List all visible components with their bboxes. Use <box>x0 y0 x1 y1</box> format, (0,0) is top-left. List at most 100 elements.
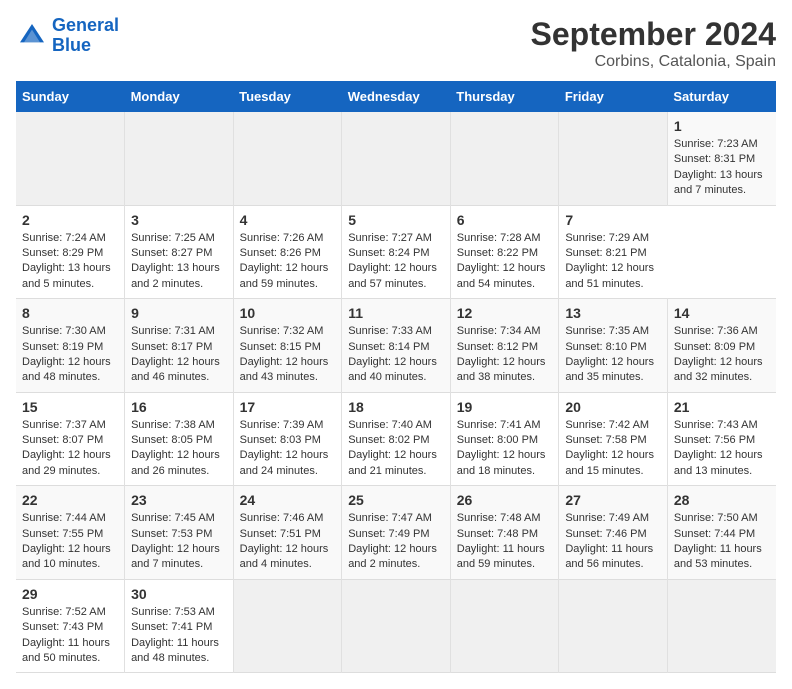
cell-info: Sunrise: 7:23 AMSunset: 8:31 PMDaylight:… <box>674 137 770 199</box>
calendar-cell: 15Sunrise: 7:37 AMSunset: 8:07 PMDayligh… <box>16 392 125 486</box>
day-number: 21 <box>674 399 770 415</box>
calendar-cell: 21Sunrise: 7:43 AMSunset: 7:56 PMDayligh… <box>667 392 776 486</box>
calendar-cell <box>450 112 559 205</box>
cell-info: Sunrise: 7:31 AMSunset: 8:17 PMDaylight:… <box>131 324 227 386</box>
day-number: 27 <box>565 492 661 508</box>
day-number: 30 <box>131 586 227 602</box>
calendar-row-4: 15Sunrise: 7:37 AMSunset: 8:07 PMDayligh… <box>16 392 776 486</box>
calendar-row-1: 1 Sunrise: 7:23 AMSunset: 8:31 PMDaylight… <box>16 112 776 205</box>
day-number: 14 <box>674 305 770 321</box>
cell-info: Sunrise: 7:42 AMSunset: 7:58 PMDaylight:… <box>565 418 661 480</box>
calendar-cell: 17 Sunrise: 7:39 AMSunset: 8:03 PMDayligh… <box>233 392 342 486</box>
calendar-cell <box>233 112 342 205</box>
cell-info: Sunrise: 7:53 AMSunset: 7:41 PMDaylight:… <box>131 605 227 667</box>
header-cell-monday: Monday <box>125 81 234 112</box>
calendar-cell: 2Sunrise: 7:24 AMSunset: 8:29 PMDaylight… <box>16 205 125 299</box>
calendar-cell: 8 Sunrise: 7:30 AMSunset: 8:19 PMDaylight… <box>16 299 125 393</box>
cell-info: Sunrise: 7:36 AMSunset: 8:09 PMDaylight:… <box>674 324 770 386</box>
header-cell-thursday: Thursday <box>450 81 559 112</box>
logo-icon <box>16 20 48 52</box>
day-number: 12 <box>457 305 553 321</box>
cell-info: Sunrise: 7:30 AMSunset: 8:19 PMDaylight:… <box>22 324 118 386</box>
calendar-cell: 28Sunrise: 7:50 AMSunset: 7:44 PMDayligh… <box>667 486 776 580</box>
cell-info: Sunrise: 7:32 AMSunset: 8:15 PMDaylight:… <box>240 324 336 386</box>
day-number: 16 <box>131 399 227 415</box>
calendar-cell: 12 Sunrise: 7:34 AMSunset: 8:12 PMDayligh… <box>450 299 559 393</box>
calendar-cell: 6Sunrise: 7:28 AMSunset: 8:22 PMDaylight… <box>450 205 559 299</box>
calendar-cell <box>559 579 668 673</box>
calendar-cell: 3 Sunrise: 7:25 AMSunset: 8:27 PMDaylight… <box>125 205 234 299</box>
calendar-header: SundayMondayTuesdayWednesdayThursdayFrid… <box>16 81 776 112</box>
cell-info: Sunrise: 7:35 AMSunset: 8:10 PMDaylight:… <box>565 324 661 386</box>
calendar-cell <box>667 579 776 673</box>
calendar-cell: 19 Sunrise: 7:41 AMSunset: 8:00 PMDayligh… <box>450 392 559 486</box>
calendar-cell <box>559 112 668 205</box>
calendar-cell <box>342 579 451 673</box>
day-number: 17 <box>240 399 336 415</box>
day-number: 4 <box>240 212 336 228</box>
cell-info: Sunrise: 7:26 AMSunset: 8:26 PMDaylight:… <box>240 231 336 293</box>
title-block: September 2024 Corbins, Catalonia, Spain <box>531 16 776 71</box>
logo: General Blue <box>16 16 119 56</box>
cell-info: Sunrise: 7:49 AMSunset: 7:46 PMDaylight:… <box>565 511 661 573</box>
day-number: 26 <box>457 492 553 508</box>
cell-info: Sunrise: 7:34 AMSunset: 8:12 PMDaylight:… <box>457 324 553 386</box>
cell-info: Sunrise: 7:45 AMSunset: 7:53 PMDaylight:… <box>131 511 227 573</box>
cell-info: Sunrise: 7:39 AMSunset: 8:03 PMDaylight:… <box>240 418 336 480</box>
day-number: 18 <box>348 399 444 415</box>
cell-info: Sunrise: 7:44 AMSunset: 7:55 PMDaylight:… <box>22 511 118 573</box>
header-cell-tuesday: Tuesday <box>233 81 342 112</box>
calendar-cell: 9 Sunrise: 7:31 AMSunset: 8:17 PMDaylight… <box>125 299 234 393</box>
calendar-cell: 24Sunrise: 7:46 AMSunset: 7:51 PMDayligh… <box>233 486 342 580</box>
calendar-cell: 20 Sunrise: 7:42 AMSunset: 7:58 PMDayligh… <box>559 392 668 486</box>
calendar-cell <box>233 579 342 673</box>
day-number: 3 <box>131 212 227 228</box>
page-subtitle: Corbins, Catalonia, Spain <box>531 53 776 71</box>
cell-info: Sunrise: 7:41 AMSunset: 8:00 PMDaylight:… <box>457 418 553 480</box>
cell-info: Sunrise: 7:48 AMSunset: 7:48 PMDaylight:… <box>457 511 553 573</box>
calendar-cell <box>16 112 125 205</box>
calendar-row-6: 29Sunrise: 7:52 AMSunset: 7:43 PMDayligh… <box>16 579 776 673</box>
calendar-body: 1 Sunrise: 7:23 AMSunset: 8:31 PMDaylight… <box>16 112 776 673</box>
logo-general: General <box>52 15 119 35</box>
cell-info: Sunrise: 7:28 AMSunset: 8:22 PMDaylight:… <box>457 231 553 293</box>
calendar-cell: 16Sunrise: 7:38 AMSunset: 8:05 PMDayligh… <box>125 392 234 486</box>
day-number: 23 <box>131 492 227 508</box>
calendar-row-5: 22Sunrise: 7:44 AMSunset: 7:55 PMDayligh… <box>16 486 776 580</box>
day-number: 20 <box>565 399 661 415</box>
day-number: 11 <box>348 305 444 321</box>
day-number: 15 <box>22 399 118 415</box>
day-number: 19 <box>457 399 553 415</box>
header-cell-friday: Friday <box>559 81 668 112</box>
cell-info: Sunrise: 7:27 AMSunset: 8:24 PMDaylight:… <box>348 231 444 293</box>
calendar-row-2: 2Sunrise: 7:24 AMSunset: 8:29 PMDaylight… <box>16 205 776 299</box>
logo-blue: Blue <box>52 35 91 55</box>
cell-info: Sunrise: 7:25 AMSunset: 8:27 PMDaylight:… <box>131 231 227 293</box>
calendar-cell: 13 Sunrise: 7:35 AMSunset: 8:10 PMDayligh… <box>559 299 668 393</box>
day-number: 2 <box>22 212 118 228</box>
calendar-cell: 14 Sunrise: 7:36 AMSunset: 8:09 PMDayligh… <box>667 299 776 393</box>
calendar-cell: 22Sunrise: 7:44 AMSunset: 7:55 PMDayligh… <box>16 486 125 580</box>
day-number: 7 <box>565 212 661 228</box>
calendar-cell: 27 Sunrise: 7:49 AMSunset: 7:46 PMDayligh… <box>559 486 668 580</box>
day-number: 1 <box>674 118 770 134</box>
day-number: 25 <box>348 492 444 508</box>
calendar-cell: 4 Sunrise: 7:26 AMSunset: 8:26 PMDaylight… <box>233 205 342 299</box>
day-number: 13 <box>565 305 661 321</box>
page-title: September 2024 <box>531 16 776 53</box>
logo-text: General Blue <box>52 16 119 56</box>
header-cell-wednesday: Wednesday <box>342 81 451 112</box>
calendar-cell: 5Sunrise: 7:27 AMSunset: 8:24 PMDaylight… <box>342 205 451 299</box>
day-number: 9 <box>131 305 227 321</box>
calendar-cell <box>450 579 559 673</box>
cell-info: Sunrise: 7:40 AMSunset: 8:02 PMDaylight:… <box>348 418 444 480</box>
cell-info: Sunrise: 7:33 AMSunset: 8:14 PMDaylight:… <box>348 324 444 386</box>
calendar-table: SundayMondayTuesdayWednesdayThursdayFrid… <box>16 81 776 673</box>
calendar-row-3: 8 Sunrise: 7:30 AMSunset: 8:19 PMDaylight… <box>16 299 776 393</box>
day-number: 8 <box>22 305 118 321</box>
calendar-cell: 11 Sunrise: 7:33 AMSunset: 8:14 PMDayligh… <box>342 299 451 393</box>
calendar-cell: 30 Sunrise: 7:53 AMSunset: 7:41 PMDayligh… <box>125 579 234 673</box>
calendar-cell: 29Sunrise: 7:52 AMSunset: 7:43 PMDayligh… <box>16 579 125 673</box>
calendar-cell: 23 Sunrise: 7:45 AMSunset: 7:53 PMDayligh… <box>125 486 234 580</box>
calendar-cell: 26 Sunrise: 7:48 AMSunset: 7:48 PMDayligh… <box>450 486 559 580</box>
